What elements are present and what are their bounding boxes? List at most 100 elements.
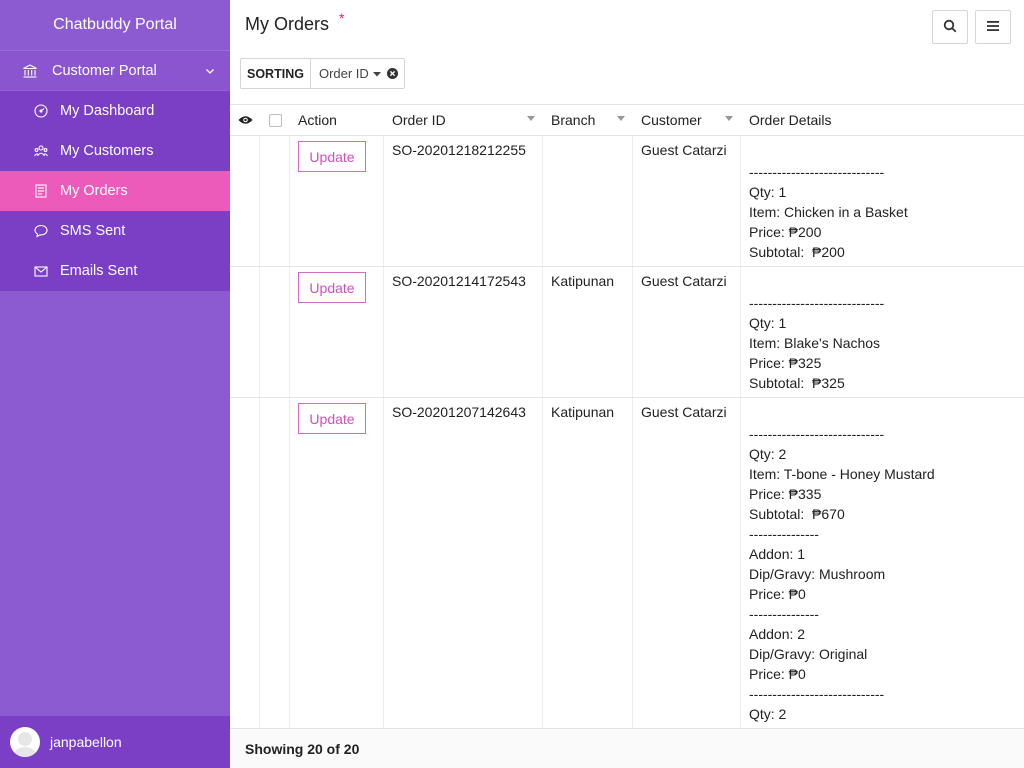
- brand-title[interactable]: Chatbuddy Portal: [0, 0, 230, 51]
- column-visibility-toggle[interactable]: [230, 112, 260, 128]
- sidebar-item-label: My Dashboard: [60, 103, 155, 119]
- sort-caret-icon[interactable]: [617, 116, 625, 122]
- order-detail-line: Subtotal: ₱325: [749, 375, 845, 391]
- order-detail-line: -----------------------------: [749, 164, 885, 180]
- order-detail-line: Price: ₱335: [749, 486, 822, 502]
- row-action-cell: Update: [290, 267, 384, 397]
- table-footer-status: Showing 20 of 20: [230, 728, 1024, 768]
- search-icon: [943, 19, 957, 36]
- sidebar-item-emails-sent[interactable]: Emails Sent: [0, 251, 230, 291]
- order-detail-line: Item: Blake's Nachos: [749, 335, 881, 351]
- order-id-cell: SO-20201207142643: [384, 398, 543, 728]
- order-detail-line: Subtotal: ₱200: [749, 244, 845, 260]
- row-visibility-cell: [230, 398, 260, 728]
- table-row[interactable]: Update SO-20201207142643 Katipunan Guest Ca…: [230, 398, 1024, 728]
- order-detail-line: -----------------------------: [749, 295, 885, 311]
- orders-icon: [34, 184, 48, 198]
- row-select-cell[interactable]: [260, 267, 290, 397]
- orders-table: Action Order ID Branch Customer Order De…: [230, 104, 1024, 728]
- search-button[interactable]: [932, 10, 968, 44]
- column-header-label: Customer: [641, 112, 702, 128]
- table-row[interactable]: Update SO-20201218212255 Guest Catarzi ----…: [230, 136, 1024, 267]
- branch-cell: [543, 136, 633, 266]
- order-detail-line: ---------------: [749, 606, 819, 622]
- order-details-cell: ----------------------------- Qty: 1 Item:…: [741, 136, 1024, 266]
- sorting-bar: SORTING Order ID: [240, 58, 405, 89]
- order-id-cell: SO-20201214172543: [384, 267, 543, 397]
- sidebar-item-sms-sent[interactable]: SMS Sent: [0, 211, 230, 251]
- page-title: My Orders: [245, 14, 330, 34]
- row-visibility-cell: [230, 267, 260, 397]
- caret-down-icon[interactable]: [372, 70, 381, 78]
- row-select-cell[interactable]: [260, 136, 290, 266]
- row-action-cell: Update: [290, 136, 384, 266]
- sidebar: Chatbuddy Portal Customer Portal My Dash…: [0, 0, 230, 768]
- menu-button[interactable]: [975, 10, 1011, 44]
- order-detail-line: Dip/Gravy: Mushroom: [749, 566, 886, 582]
- order-detail-line: Price: ₱200: [749, 224, 822, 240]
- dashboard-icon: [34, 104, 48, 118]
- order-detail-line: Qty: 2: [749, 446, 787, 462]
- branch-cell: Katipunan: [543, 398, 633, 728]
- order-details-cell: ----------------------------- Qty: 1 Item:…: [741, 267, 1024, 397]
- sidebar-item-label: My Orders: [60, 183, 128, 199]
- sidebar-group-label: Customer Portal: [52, 62, 157, 79]
- row-visibility-cell: [230, 136, 260, 266]
- main-content: My Orders * SORTING Order ID Action Orde…: [230, 0, 1024, 768]
- order-detail-line: Price: ₱325: [749, 355, 822, 371]
- sidebar-group-customer-portal[interactable]: Customer Portal: [0, 51, 230, 91]
- customer-cell: Guest Catarzi: [633, 136, 741, 266]
- column-header-label: Order ID: [392, 112, 446, 128]
- order-detail-line: [749, 273, 1024, 293]
- chat-icon: [34, 224, 48, 238]
- clear-icon[interactable]: [386, 68, 398, 79]
- order-detail-line: ---------------: [749, 526, 819, 542]
- column-header-action: Action: [298, 112, 337, 128]
- column-header-order-details: Order Details: [749, 112, 832, 128]
- order-detail-line: Dip/Gravy: Original: [749, 646, 868, 662]
- hamburger-icon: [986, 19, 1000, 35]
- order-detail-line: Qty: 2: [749, 706, 787, 722]
- order-detail-line: -----------------------------: [749, 686, 885, 702]
- sort-caret-icon[interactable]: [725, 116, 733, 122]
- column-header-customer[interactable]: Customer: [633, 112, 741, 128]
- sort-field-chip[interactable]: Order ID: [311, 59, 404, 88]
- table-row[interactable]: Update SO-20201214172543 Katipunan Guest Ca…: [230, 267, 1024, 398]
- order-detail-line: Item: Chicken in a Basket: [749, 204, 908, 220]
- sidebar-item-label: My Customers: [60, 143, 154, 159]
- sidebar-item-label: SMS Sent: [60, 223, 126, 239]
- avatar[interactable]: [10, 727, 40, 757]
- table-body: Update SO-20201218212255 Guest Catarzi ----…: [230, 136, 1024, 728]
- order-detail-line: Price: ₱0: [749, 666, 806, 682]
- sort-field-label: Order ID: [318, 66, 369, 81]
- customer-cell: Guest Catarzi: [633, 398, 741, 728]
- update-button[interactable]: Update: [298, 141, 366, 172]
- column-header-branch[interactable]: Branch: [543, 112, 633, 128]
- branch-cell: Katipunan: [543, 267, 633, 397]
- customer-cell: Guest Catarzi: [633, 267, 741, 397]
- sort-caret-icon[interactable]: [527, 116, 535, 122]
- order-details-cell: ----------------------------- Qty: 2 Item:…: [741, 398, 1024, 728]
- sidebar-item-my-orders[interactable]: My Orders: [0, 171, 230, 211]
- sidebar-item-my-dashboard[interactable]: My Dashboard: [0, 91, 230, 131]
- order-detail-line: Addon: 2: [749, 626, 806, 642]
- update-button[interactable]: Update: [298, 272, 366, 303]
- sidebar-submenu: My Dashboard My Customers My Orders SMS …: [0, 91, 230, 291]
- order-detail-line: -----------------------------: [749, 426, 885, 442]
- checkbox[interactable]: [268, 113, 282, 127]
- column-header-order-id[interactable]: Order ID: [384, 112, 543, 128]
- update-button[interactable]: Update: [298, 403, 366, 434]
- sidebar-item-my-customers[interactable]: My Customers: [0, 131, 230, 171]
- order-detail-line: [749, 404, 1024, 424]
- order-detail-line: Price: ₱0: [749, 586, 806, 602]
- mail-icon: [34, 264, 48, 278]
- table-header: Action Order ID Branch Customer Order De…: [230, 105, 1024, 136]
- order-detail-line: Qty: 1: [749, 315, 787, 331]
- column-header-label: Branch: [551, 112, 596, 128]
- row-select-cell[interactable]: [260, 398, 290, 728]
- select-all-checkbox[interactable]: [260, 113, 290, 127]
- users-icon: [34, 144, 48, 158]
- username: janpabellon: [50, 734, 122, 750]
- bank-icon: [22, 63, 38, 79]
- user-profile[interactable]: janpabellon: [0, 716, 230, 768]
